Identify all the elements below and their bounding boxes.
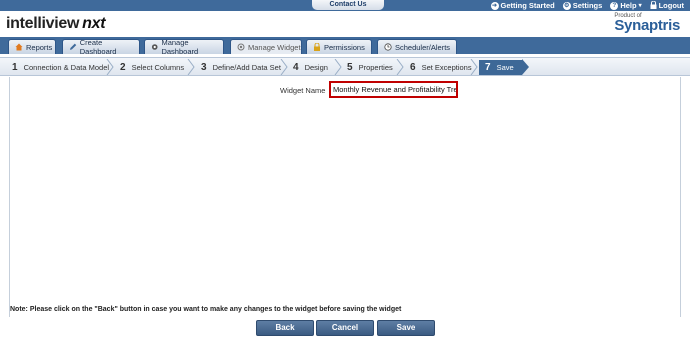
tab-create-dashboard[interactable]: Create Dashboard: [62, 38, 140, 56]
settings-icon: ⚙: [562, 1, 571, 10]
step-number: 6: [410, 62, 416, 73]
logout-label: Logout: [658, 1, 684, 10]
active-step-arrow: [522, 59, 529, 75]
step-properties[interactable]: 5 Properties: [347, 60, 393, 75]
pencil-icon: [69, 43, 77, 50]
step-label: Select Columns: [131, 63, 185, 72]
step-design[interactable]: 4 Design: [293, 60, 328, 75]
getting-started-label: Getting Started: [500, 1, 555, 10]
step-label: Set Exceptions: [421, 63, 472, 72]
step-label: Design: [304, 63, 328, 72]
widget-name-input[interactable]: [329, 81, 458, 98]
app-logo: intelliview nxt: [6, 15, 106, 33]
step-number: 7: [485, 62, 491, 73]
brand-name: Synaptris: [614, 17, 680, 34]
settings-link[interactable]: ⚙ Settings: [562, 1, 603, 10]
home-icon: [15, 43, 23, 51]
help-link[interactable]: ? Help ▾: [610, 1, 642, 10]
chevron-right-icon: [396, 59, 404, 75]
settings-label: Settings: [572, 1, 603, 10]
logo-text: intelliview: [6, 15, 80, 32]
tab-label: Manage Widget: [248, 42, 301, 52]
tab-label: Reports: [26, 42, 53, 52]
app-header: intelliview nxt Product of Synaptris: [0, 11, 690, 37]
tab-manage-dashboard[interactable]: Manage Dashboard: [144, 38, 224, 56]
getting-started-icon: ➜: [490, 1, 499, 10]
step-label: Properties: [358, 63, 393, 72]
widget-name-label: Widget Name: [280, 86, 326, 95]
wizard-steps: 1 Connection & Data Model 2 Select Colum…: [0, 57, 690, 76]
step-number: 2: [120, 62, 126, 73]
step-select-columns[interactable]: 2 Select Columns: [120, 60, 184, 75]
step-number: 1: [12, 62, 18, 73]
step-number: 4: [293, 62, 299, 73]
logout-link[interactable]: Logout: [650, 0, 684, 11]
tab-label: Permissions: [324, 42, 365, 52]
widget-save-panel: Widget Name: [9, 77, 681, 317]
tab-label: Manage Dashboard: [161, 38, 199, 56]
chevron-right-icon: [470, 59, 478, 75]
clock-icon: [384, 43, 392, 51]
step-number: 3: [201, 62, 207, 73]
logo-nxt: nxt: [82, 15, 106, 32]
cancel-button[interactable]: Cancel: [316, 320, 374, 336]
back-button[interactable]: Back: [256, 320, 314, 336]
action-buttons: Back Cancel Save: [0, 318, 690, 337]
step-set-exceptions[interactable]: 6 Set Exceptions: [410, 60, 472, 75]
step-connection[interactable]: 1 Connection & Data Model: [12, 60, 109, 75]
help-label: Help: [620, 1, 637, 10]
back-button-note: Note: Please click on the "Back" button …: [10, 306, 402, 313]
lock-icon: [314, 43, 320, 51]
help-icon: ?: [610, 1, 619, 10]
step-label: Define/Add Data Set: [212, 63, 281, 72]
step-label: Connection & Data Model: [23, 63, 110, 72]
tab-label: Scheduler/Alerts: [395, 42, 451, 52]
brand-logo: Product of Synaptris: [614, 13, 680, 33]
tab-scheduler-alerts[interactable]: Scheduler/Alerts: [377, 39, 457, 54]
main-tab-bar: Reports Create Dashboard Manage Dashboar…: [0, 37, 690, 56]
top-bar: Contact Us ➜ Getting Started ⚙ Settings …: [0, 0, 690, 11]
tab-manage-widget[interactable]: Manage Widget: [230, 39, 302, 54]
step-label: Save: [496, 63, 514, 72]
chevron-right-icon: [280, 59, 288, 75]
chevron-down-icon: ▾: [638, 3, 642, 9]
tab-permissions[interactable]: Permissions: [306, 39, 372, 54]
chevron-right-icon: [187, 59, 195, 75]
tab-label: Create Dashboard: [79, 38, 117, 56]
gear-icon: [237, 43, 245, 51]
top-links: ➜ Getting Started ⚙ Settings ? Help ▾ Lo…: [490, 0, 684, 11]
tab-reports[interactable]: Reports: [8, 39, 56, 54]
contact-us-link[interactable]: Contact Us: [312, 0, 384, 10]
chevron-right-icon: [334, 59, 342, 75]
chevron-right-icon: [106, 59, 114, 75]
getting-started-link[interactable]: ➜ Getting Started: [490, 1, 555, 10]
lock-icon: [650, 0, 657, 11]
step-number: 5: [347, 62, 353, 73]
step-save[interactable]: 7 Save: [479, 60, 522, 75]
save-button[interactable]: Save: [377, 320, 435, 336]
gear-icon: [151, 44, 158, 50]
step-define-data-set[interactable]: 3 Define/Add Data Set: [201, 60, 281, 75]
